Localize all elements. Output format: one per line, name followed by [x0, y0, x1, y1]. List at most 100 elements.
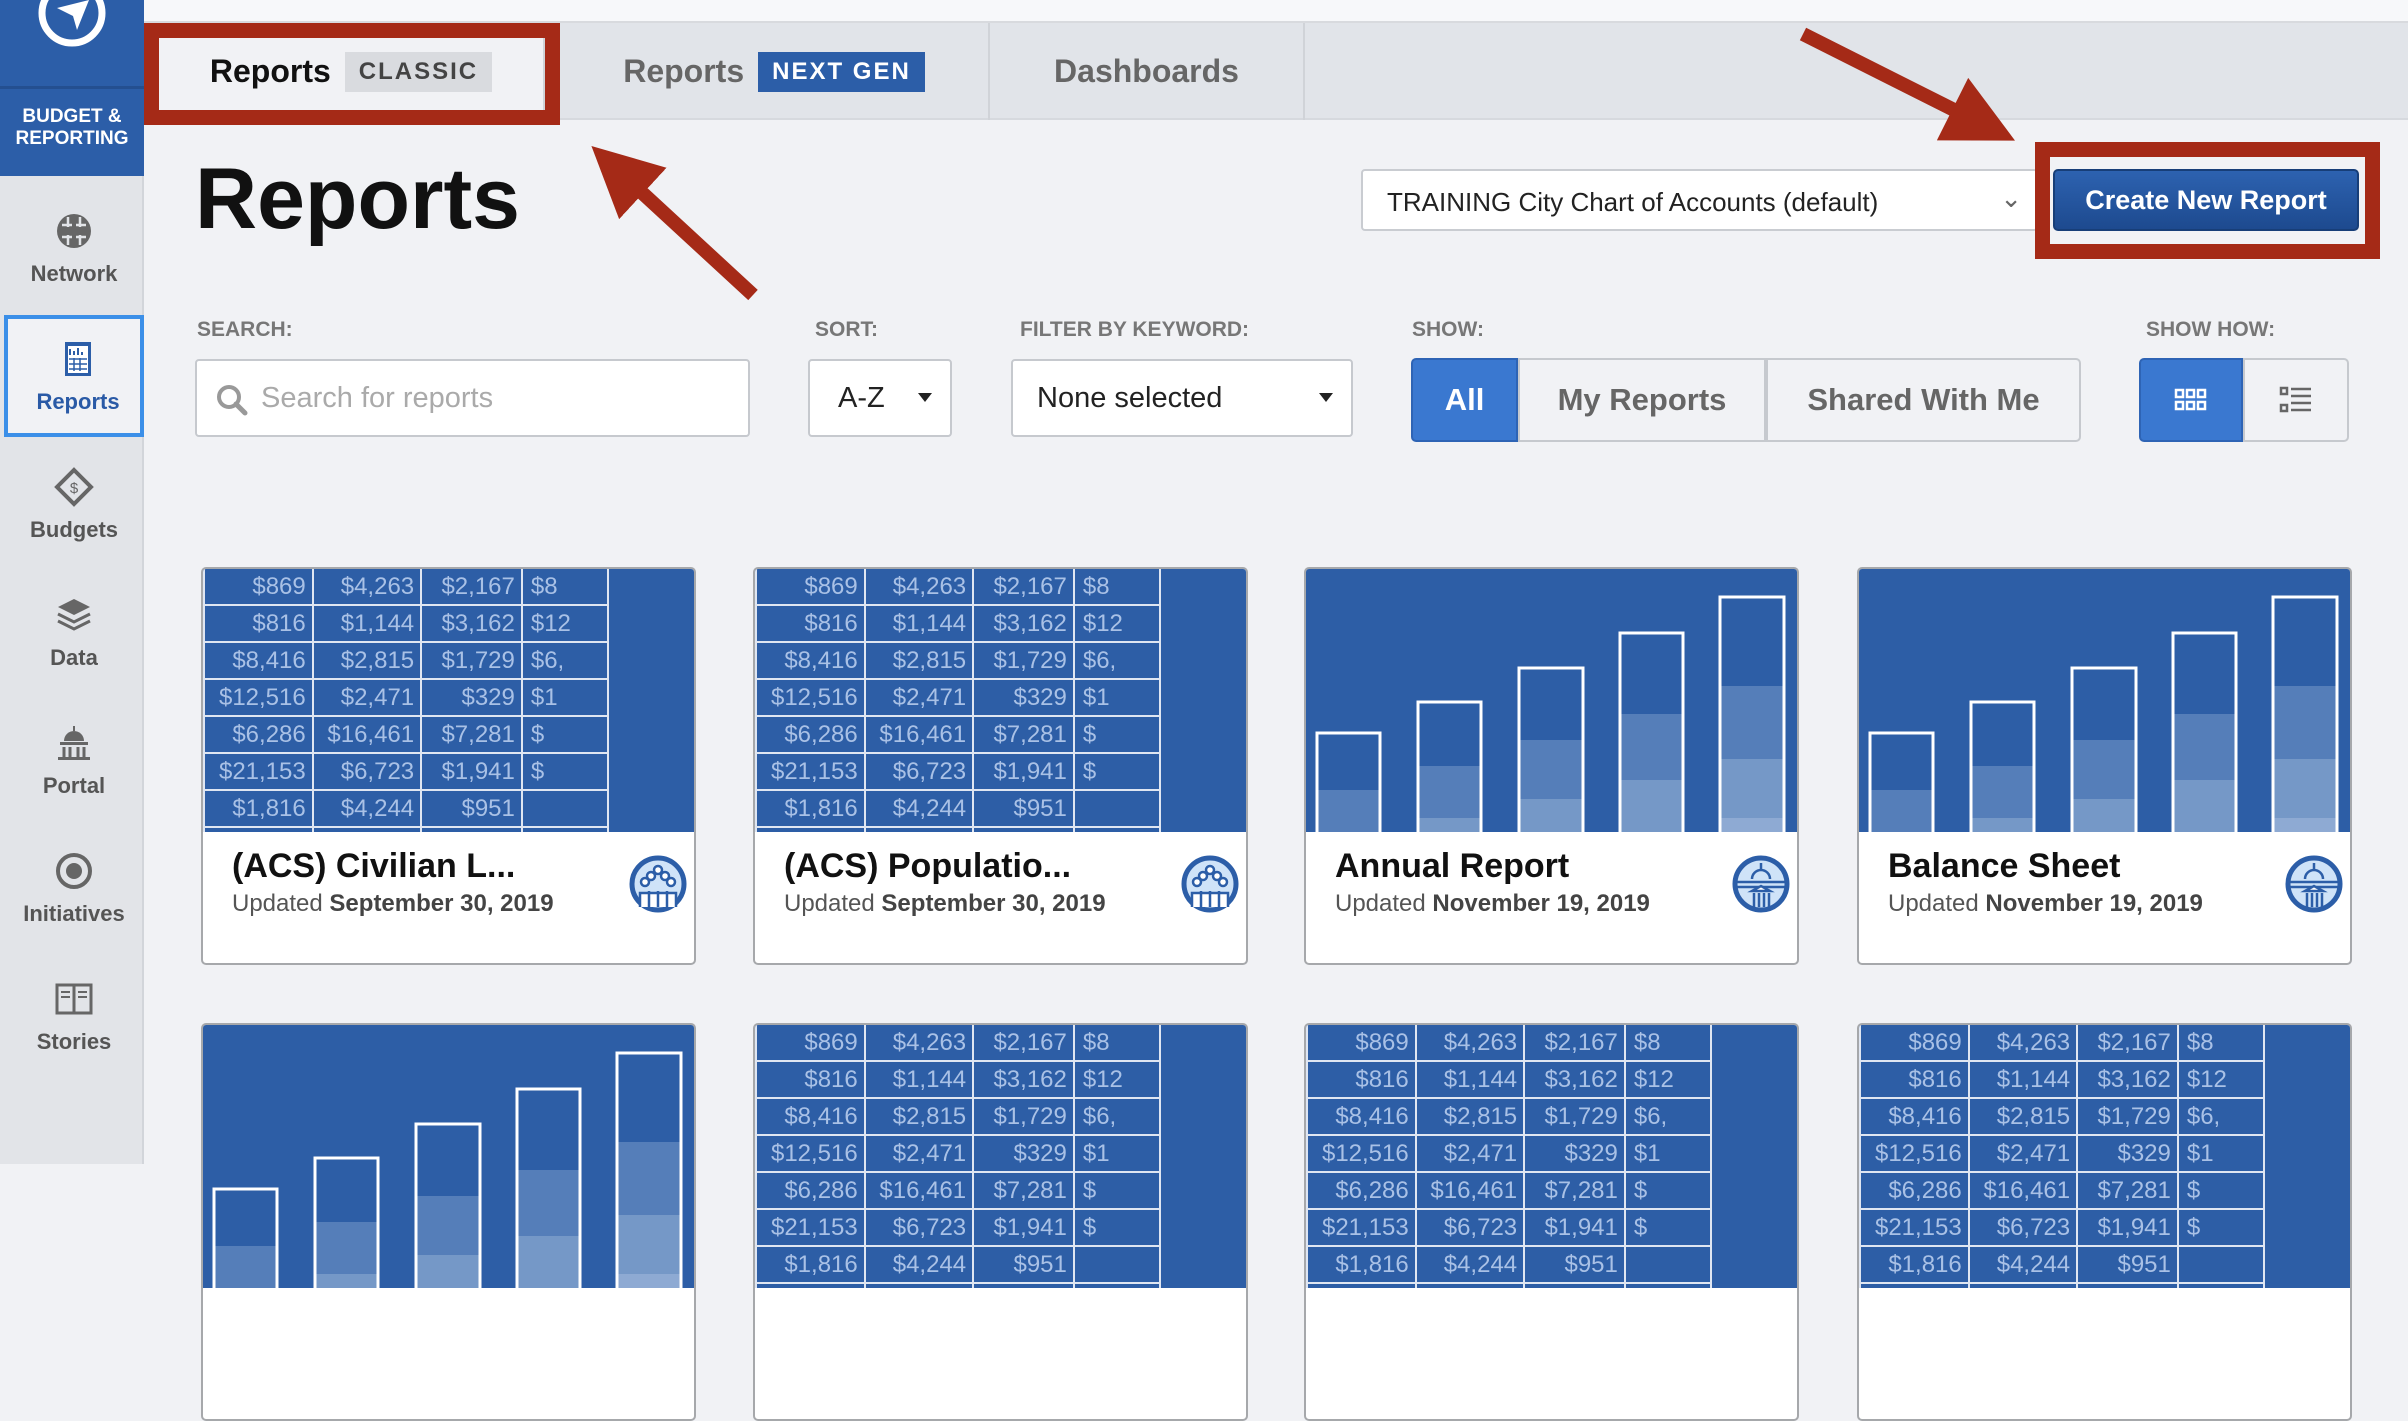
filter-keyword-select[interactable]: None selected	[1011, 359, 1353, 437]
table-cell: $1	[520, 678, 610, 717]
show-all-button[interactable]: All	[1411, 358, 1518, 442]
table-cell: $2,471	[1414, 1134, 1526, 1173]
table-cell: $951	[972, 1245, 1075, 1284]
filter-keyword-label: FILTER BY KEYWORD:	[1020, 318, 1250, 341]
sidebar-item-portal[interactable]: Portal	[4, 699, 144, 827]
table-row: 543$8,416$2,815$1,729$6,	[755, 641, 1162, 680]
list-view-button[interactable]	[2243, 358, 2349, 442]
table-cell: $7,281	[972, 715, 1075, 754]
report-title[interactable]: Balance Sheet	[1888, 847, 2120, 886]
thumbnail-bar-segment	[315, 1158, 378, 1222]
report-thumbnail	[203, 1025, 694, 1288]
thumbnail-bar-segment	[517, 1170, 580, 1236]
thumbnail-bar-segment	[1418, 818, 1481, 832]
sidebar-item-budgets[interactable]: $ Budgets	[4, 443, 144, 571]
table-cell: $12	[1072, 1060, 1162, 1099]
show-shared-with-me-button[interactable]: Shared With Me	[1766, 358, 2081, 442]
table-cell: $2,815	[863, 641, 975, 680]
search-input[interactable]: Search for reports	[195, 359, 750, 437]
tab-reports-next-gen[interactable]: Reports NEXT GEN	[560, 23, 990, 120]
people-group-icon	[629, 855, 687, 913]
table-cell: $6,286	[755, 1171, 866, 1210]
table-cell: $816	[1859, 1060, 1970, 1099]
table-cell: $1,816	[203, 789, 314, 828]
thumbnail-bar-segment	[1870, 733, 1933, 790]
report-updated: Updated November 19, 2019	[1888, 888, 2218, 920]
sort-select[interactable]: A-Z	[808, 359, 952, 437]
table-cell: $329	[420, 678, 523, 717]
table-cell: $6,	[1072, 641, 1162, 680]
tab-dashboards[interactable]: Dashboards	[990, 23, 1305, 120]
table-cell: $	[2176, 1171, 2266, 1210]
report-card[interactable]: ,147$869$4,263$2,167$8472$816$1,144$3,16…	[1304, 1023, 1799, 1421]
caret-down-icon	[918, 393, 932, 402]
table-cell: $951	[420, 789, 523, 828]
table-cell: $6,286	[1306, 1171, 1417, 1210]
app-name: BUDGET & REPORTING	[15, 106, 129, 149]
annotation-box-create-button	[2035, 142, 2380, 259]
app-logo[interactable]: BUDGET & REPORTING	[0, 0, 144, 176]
table-cell: $2,471	[863, 678, 975, 717]
report-card[interactable]: ,147$869$4,263$2,167$8472$816$1,144$3,16…	[1857, 1023, 2352, 1421]
thumbnail-bar-segment	[517, 1236, 580, 1288]
table-cell: $816	[755, 604, 866, 643]
report-card[interactable]: Balance Sheet Updated November 19, 2019	[1857, 567, 2352, 965]
table-cell: $1,816	[1859, 1245, 1970, 1284]
table-cell: $12,516	[1859, 1134, 1970, 1173]
thumbnail-bar-chart	[212, 1051, 683, 1288]
report-thumbnail: ,147$869$4,263$2,167$8472$816$1,144$3,16…	[203, 569, 694, 832]
sidebar-item-stories[interactable]: Stories	[4, 955, 144, 1083]
table-cell: $8	[520, 569, 610, 606]
table-cell: $869	[755, 569, 866, 606]
chart-of-accounts-select[interactable]: TRAINING City Chart of Accounts (default…	[1361, 169, 2038, 231]
report-card[interactable]: ,147$869$4,263$2,167$8472$816$1,144$3,16…	[753, 567, 1248, 965]
updated-prefix: Updated	[1888, 890, 1979, 917]
report-title[interactable]: Annual Report	[1335, 847, 1569, 886]
updated-prefix: Updated	[784, 890, 875, 917]
table-cell: $6,286	[1859, 1171, 1970, 1210]
grid-view-button[interactable]	[2139, 358, 2243, 442]
table-cell: $12,516	[203, 678, 314, 717]
sidebar-item-reports[interactable]: Reports	[4, 315, 144, 437]
table-cell: $1,941	[2076, 1208, 2179, 1247]
table-cell: $	[1072, 752, 1162, 791]
search-placeholder: Search for reports	[261, 381, 494, 414]
report-card[interactable]: ,147$869$4,263$2,167$8472$816$1,144$3,16…	[753, 1023, 1248, 1421]
table-cell: $1,729	[972, 641, 1075, 680]
table-cell: $2,471	[1967, 1134, 2079, 1173]
table-cell: $816	[755, 1060, 866, 1099]
tab-label: Dashboards	[1054, 53, 1239, 89]
report-card[interactable]: ,147$869$4,263$2,167$8472$816$1,144$3,16…	[201, 567, 696, 965]
show-my-reports-button[interactable]: My Reports	[1518, 358, 1766, 442]
table-row: 472$816$1,144$3,162$12	[755, 1060, 1162, 1099]
thumbnail-table: ,147$869$4,263$2,167$8472$816$1,144$3,16…	[1306, 1025, 1713, 1288]
thumbnail-table: ,147$869$4,263$2,167$8472$816$1,144$3,16…	[1859, 1025, 2266, 1288]
report-title[interactable]: (ACS) Populatio...	[784, 847, 1071, 886]
updated-date: September 30, 2019	[329, 890, 554, 917]
table-row: 549$21,153$6,723$1,941$	[1306, 1208, 1713, 1247]
thumbnail-bar-segment	[1720, 597, 1784, 686]
table-cell: $2,815	[863, 1097, 975, 1136]
report-title[interactable]: (ACS) Civilian L...	[232, 847, 515, 886]
table-cell: $2,471	[311, 678, 423, 717]
sidebar-item-data[interactable]: Data	[4, 571, 144, 699]
table-cell: $8	[1623, 1025, 1713, 1062]
annotation-box-classic-tab	[144, 23, 560, 125]
table-row: 472$816$1,144$3,162$12	[1306, 1060, 1713, 1099]
capitol-dome-icon	[1732, 855, 1790, 913]
table-cell: $16,461	[1967, 1171, 2079, 1210]
table-row: 549$21,153$6,723$1,941$	[203, 752, 610, 791]
sidebar: BUDGET & REPORTING Network Reports $ Budget…	[0, 0, 144, 1164]
chevron-down-icon: ⌄	[2000, 183, 2022, 213]
sidebar-item-label: Budgets	[30, 517, 118, 542]
table-cell: $2,167	[972, 1025, 1075, 1062]
report-card[interactable]	[201, 1023, 696, 1421]
sidebar-item-initiatives[interactable]: Initiatives	[4, 827, 144, 955]
sidebar-item-network[interactable]: Network	[4, 187, 144, 315]
table-cell: $2,167	[2076, 1025, 2179, 1062]
table-row: 517$12,516$2,471$329$1	[755, 678, 1162, 717]
table-cell: $1,144	[311, 604, 423, 643]
report-card[interactable]: Annual Report Updated November 19, 2019	[1304, 567, 1799, 965]
thumbnail-bar-chart	[1868, 595, 2339, 832]
table-cell: $2,167	[420, 569, 523, 606]
